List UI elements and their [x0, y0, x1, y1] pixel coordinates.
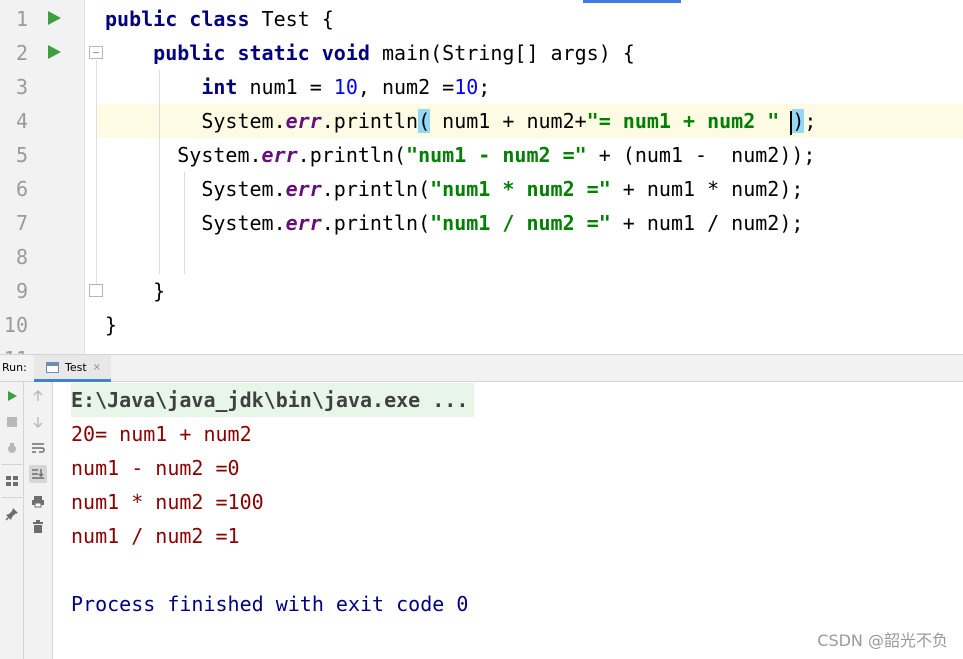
- code-token: err: [285, 211, 322, 235]
- code-line[interactable]: public class Test {: [105, 2, 334, 36]
- console-stderr-line: num1 - num2 =0: [71, 456, 240, 480]
- code-line[interactable]: }: [105, 308, 117, 342]
- console-output[interactable]: E:\Java\java_jdk\bin\java.exe ... 20= nu…: [54, 382, 963, 659]
- line-number: 6: [15, 177, 28, 201]
- code-line[interactable]: public static void main(String[] args) {: [105, 36, 635, 70]
- toolbar-divider: [2, 497, 22, 498]
- trash-icon[interactable]: [29, 518, 47, 536]
- console-exit-message: Process finished with exit code 0: [71, 592, 469, 616]
- up-arrow-icon[interactable]: [29, 387, 47, 405]
- code-line[interactable]: System.err.println("num1 / num2 =" + num…: [105, 206, 803, 240]
- code-token: .println(: [321, 177, 431, 201]
- code-token: Test {: [249, 7, 334, 31]
- console-stderr-line: num1 * num2 =100: [71, 490, 264, 514]
- code-token: main(String[] args) {: [369, 41, 635, 65]
- fold-guide-line: [96, 60, 97, 284]
- code-token: , num2 =: [357, 75, 455, 99]
- code-token: .println(: [321, 211, 431, 235]
- line-number: 7: [15, 211, 28, 235]
- code-line[interactable]: int num1 = 10, num2 =10;: [105, 70, 490, 104]
- console-command-line: E:\Java\java_jdk\bin\java.exe ...: [71, 383, 475, 417]
- close-tab-icon[interactable]: ×: [93, 362, 101, 373]
- code-token: err: [285, 109, 322, 133]
- code-token: System.: [105, 109, 286, 133]
- code-token: System.: [105, 177, 286, 201]
- layout-icon[interactable]: [3, 472, 21, 490]
- code-token: System.: [105, 143, 262, 167]
- stop-icon[interactable]: [3, 413, 21, 431]
- run-label: Run:: [2, 361, 27, 374]
- run-class-icon[interactable]: [48, 11, 61, 25]
- code-token: }: [105, 313, 118, 337]
- fold-collapse-icon[interactable]: [89, 46, 103, 59]
- down-arrow-icon[interactable]: [29, 413, 47, 431]
- line-number: 9: [15, 279, 28, 303]
- console-stderr-line: num1 / num2 =1: [71, 524, 240, 548]
- run-tab-test[interactable]: Test ×: [34, 355, 112, 382]
- line-number: 8: [15, 245, 28, 269]
- line-number: 3: [15, 75, 28, 99]
- console-stderr-line: 20= num1 + num2: [71, 422, 252, 446]
- code-token: public class: [105, 7, 250, 31]
- code-token: 10: [454, 75, 479, 99]
- fold-end-icon[interactable]: [89, 284, 103, 297]
- toolbar-divider: [2, 464, 22, 465]
- line-number: 5: [15, 143, 28, 167]
- code-line[interactable]: System.err.println("num1 - num2 =" + (nu…: [105, 138, 815, 172]
- code-token: ): [792, 109, 805, 133]
- code-token: "num1 * num2 =": [430, 177, 611, 201]
- code-editor[interactable]: 1 2 3 4 5 6 7 8 9 10 11 public class Tes…: [0, 0, 963, 354]
- code-token: .println(: [297, 143, 407, 167]
- application-icon: [46, 361, 59, 373]
- editor-tab-indicator: [583, 0, 681, 3]
- code-token: }: [105, 279, 166, 303]
- code-token: .println: [321, 109, 419, 133]
- line-number: 10: [3, 313, 28, 337]
- code-token: + num1 * num2);: [610, 177, 804, 201]
- code-token: + num1 / num2);: [610, 211, 804, 235]
- line-number: 2: [15, 41, 28, 65]
- debug-icon[interactable]: [3, 439, 21, 457]
- print-icon[interactable]: [29, 492, 47, 510]
- code-line[interactable]: System.err.println("num1 * num2 =" + num…: [105, 172, 803, 206]
- rerun-icon[interactable]: [3, 387, 21, 405]
- code-token: err: [261, 143, 298, 167]
- run-toolbar-primary: [0, 382, 24, 659]
- code-token: System.: [105, 211, 286, 235]
- pin-icon[interactable]: [3, 505, 21, 523]
- code-token: ;: [804, 109, 817, 133]
- code-line[interactable]: }: [105, 274, 165, 308]
- line-number: 4: [15, 109, 28, 133]
- code-token: (: [418, 109, 431, 133]
- run-tool-window-header: Run: Test ×: [0, 354, 963, 382]
- code-token: err: [285, 177, 322, 201]
- run-main-icon[interactable]: [48, 45, 61, 59]
- run-tab-label: Test: [65, 360, 87, 374]
- code-token: ;: [478, 75, 491, 99]
- code-token: "= num1 + num2 ": [586, 109, 780, 133]
- scroll-to-end-icon[interactable]: [29, 465, 47, 483]
- code-token: + (num1 - num2));: [586, 143, 816, 167]
- soft-wrap-icon[interactable]: [29, 439, 47, 457]
- line-number: 11: [0, 342, 28, 354]
- code-token: public static void: [153, 41, 370, 65]
- code-token: "num1 / num2 =": [430, 211, 611, 235]
- code-line[interactable]: System.err.println( num1 + num2+"= num1 …: [105, 104, 816, 138]
- code-token: num1 + num2+: [430, 109, 587, 133]
- watermark: CSDN @韶光不负: [817, 631, 948, 650]
- code-token: "num1 - num2 =": [406, 143, 587, 167]
- code-token: int: [201, 75, 238, 99]
- code-token: num1 =: [237, 75, 334, 99]
- line-number: 1: [15, 7, 28, 31]
- run-toolbar-secondary: [24, 382, 53, 659]
- code-token: 10: [333, 75, 358, 99]
